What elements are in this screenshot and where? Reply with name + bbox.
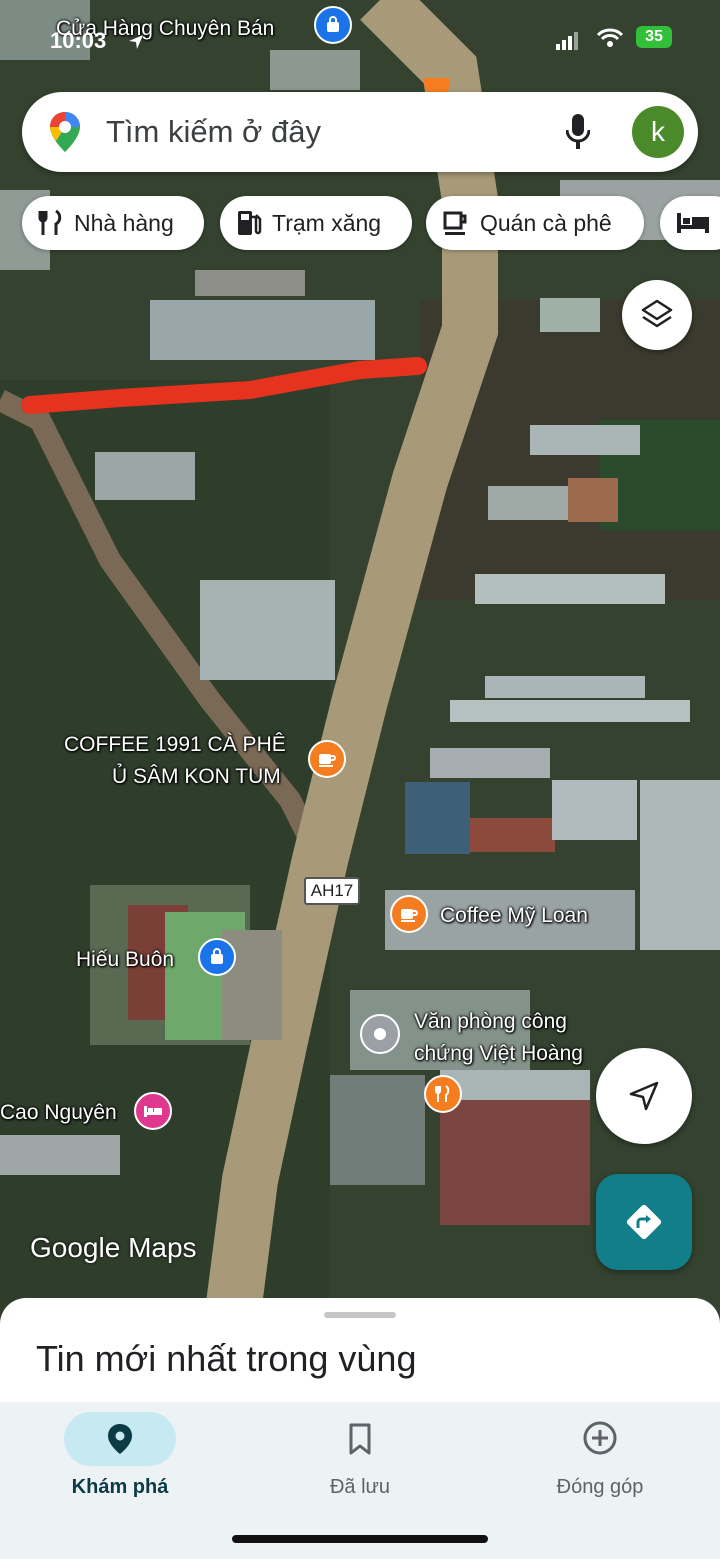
coffee-pin-icon[interactable]: [308, 740, 346, 778]
navigation-arrow-icon: [629, 1081, 659, 1111]
microphone-icon[interactable]: [565, 114, 591, 155]
sheet-drag-handle[interactable]: [324, 1312, 396, 1318]
nav-label: Đóng góp: [556, 1476, 644, 1498]
chip-gas-stations[interactable]: Trạm xăng: [220, 196, 412, 250]
place-label[interactable]: chứng Việt Hoàng: [414, 1041, 583, 1067]
nav-saved[interactable]: Đã lưu: [240, 1402, 480, 1512]
battery-indicator: 35: [636, 26, 672, 48]
home-indicator[interactable]: [232, 1535, 488, 1543]
shopping-bag-icon[interactable]: [198, 938, 236, 976]
search-bar[interactable]: Tìm kiếm ở đây k: [22, 92, 698, 172]
layers-button[interactable]: [622, 280, 692, 350]
location-arrow-icon: [128, 30, 144, 56]
place-label[interactable]: Coffee Mỹ Loan: [440, 903, 588, 929]
chip-label: Trạm xăng: [272, 209, 382, 236]
bookmark-icon: [349, 1423, 371, 1455]
directions-icon: [626, 1204, 662, 1240]
hotel-pin-icon[interactable]: [134, 1092, 172, 1130]
road-shield: AH17: [304, 877, 360, 905]
place-label[interactable]: Cao Nguyên: [0, 1100, 117, 1126]
place-label[interactable]: Hiếu Buôn: [76, 947, 174, 973]
google-maps-pin-icon: [48, 110, 82, 159]
nav-contribute[interactable]: Đóng góp: [480, 1402, 720, 1512]
my-location-button[interactable]: [596, 1048, 692, 1144]
search-placeholder[interactable]: Tìm kiếm ở đây: [106, 114, 321, 150]
layers-icon: [641, 299, 673, 328]
avatar[interactable]: k: [632, 106, 684, 158]
status-bar: 10:03 35: [0, 18, 720, 58]
status-time: 10:03: [50, 28, 107, 53]
chip-label: Quán cà phê: [480, 209, 612, 236]
restaurant-icon: [38, 209, 62, 235]
nav-explore[interactable]: Khám phá: [0, 1402, 240, 1512]
bottom-sheet[interactable]: Tin mới nhất trong vùng: [0, 1298, 720, 1408]
nav-label: Đã lưu: [329, 1476, 391, 1498]
place-label[interactable]: Ủ SÂM KON TUM: [112, 764, 281, 790]
place-label[interactable]: COFFEE 1991 CÀ PHÊ: [64, 732, 286, 758]
restaurant-pin-icon[interactable]: [424, 1075, 462, 1113]
google-maps-logo: Google Maps: [30, 1232, 197, 1263]
chip-label: Nhà hàng: [74, 209, 174, 236]
explore-pin-icon: [108, 1424, 132, 1454]
chip-restaurants[interactable]: Nhà hàng: [22, 196, 204, 250]
gas-station-icon: [238, 211, 262, 235]
nav-label: Khám phá: [71, 1476, 169, 1498]
chip-hotels[interactable]: [660, 196, 720, 250]
chip-coffee-shops[interactable]: Quán cà phê: [426, 196, 644, 250]
wifi-icon: [596, 28, 624, 54]
coffee-pin-icon[interactable]: [390, 895, 428, 933]
hotel-icon: [677, 213, 709, 233]
place-label[interactable]: Văn phòng công: [414, 1009, 567, 1035]
generic-place-pin-icon[interactable]: [360, 1014, 400, 1054]
directions-button[interactable]: [596, 1174, 692, 1270]
sheet-title: Tin mới nhất trong vùng: [36, 1338, 417, 1379]
signal-icon: [556, 30, 580, 56]
add-circle-icon: [583, 1421, 617, 1455]
coffee-icon: [443, 211, 467, 235]
